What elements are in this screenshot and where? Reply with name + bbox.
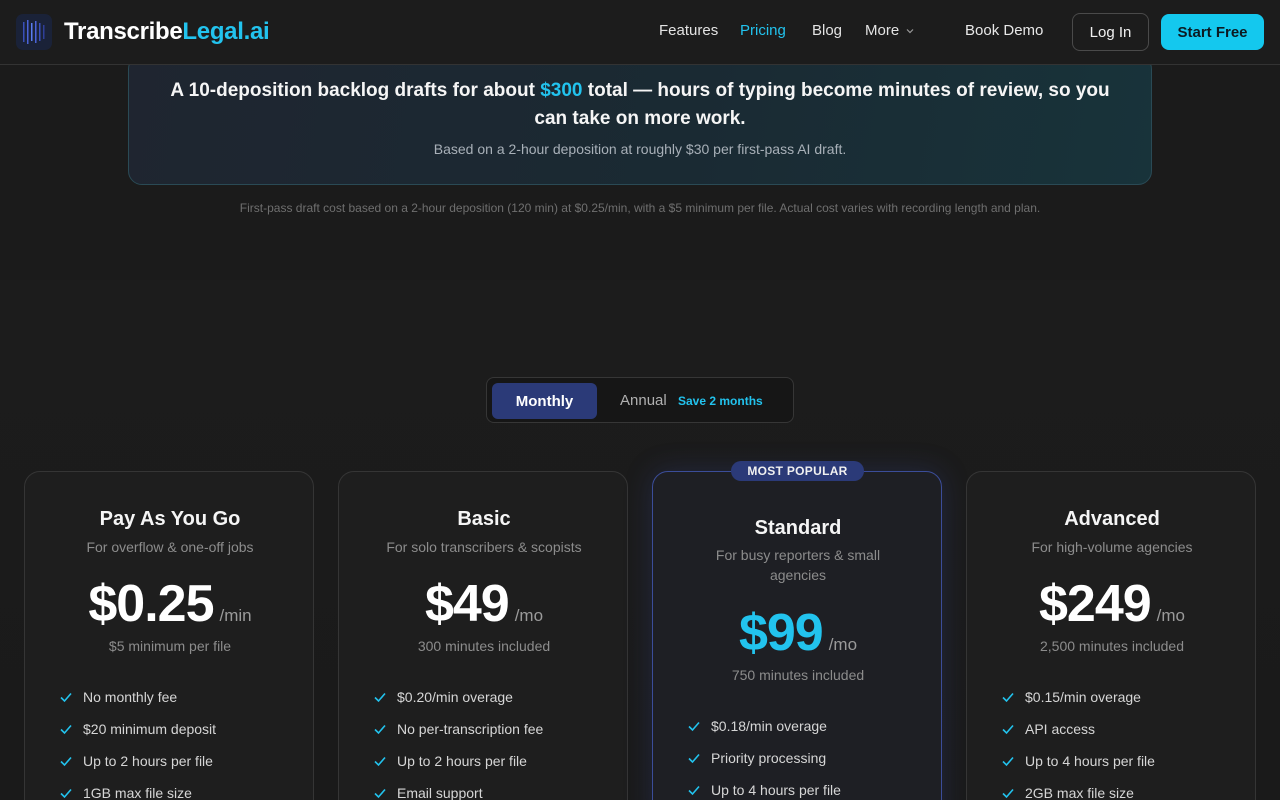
check-icon [374,724,386,735]
check-icon [1002,788,1014,799]
chevron-down-icon [906,28,914,33]
plan-feature: Up to 4 hours per file [687,782,841,798]
most-popular-badge: MOST POPULAR [731,461,864,481]
plan-price-note: 2,500 minutes included [1040,638,1184,654]
plan-price-amount: $0.25 [88,575,214,633]
plan-feature-text: Up to 4 hours per file [1025,753,1155,769]
plan-description: For busy reporters & small agencies [715,547,881,583]
plan-feature: Up to 2 hours per file [373,753,527,769]
nav-link-pricing[interactable]: Pricing [740,22,786,39]
check-icon [1002,692,1014,703]
plan-card-standard: Standard For busy reporters & small agen… [652,471,942,800]
plan-price-amount: $49 [424,575,510,633]
plan-feature: No monthly fee [59,689,177,705]
check-icon [1002,756,1014,767]
plan-card-pay-as-you-go: Pay As You Go For overflow & one-off job… [24,471,314,800]
plan-feature-text: Up to 2 hours per file [397,753,527,769]
plan-price-unit: /mo [1156,606,1186,625]
plan-feature: Email support [373,785,483,800]
plan-feature-text: Up to 2 hours per file [83,753,213,769]
brand-name: TranscribeLegal.ai [64,18,270,46]
nav-more-label: More [865,22,900,39]
plan-feature: 1GB max file size [59,785,192,800]
savings-subtext: Based on a 2-hour deposition at roughly … [433,141,847,157]
start-free-button[interactable]: Start Free [1161,14,1264,50]
plan-card-basic: Basic For solo transcribers & scopists $… [338,471,628,800]
plan-feature: Priority processing [687,750,826,766]
plan-price-amount: $99 [738,604,824,662]
brand-name-primary: Transcribe [64,18,183,45]
plan-price-unit: /min [219,606,252,625]
plan-feature-text: Email support [397,785,483,800]
plan-name: Advanced [1064,508,1160,530]
plan-feature: 2GB max file size [1001,785,1134,800]
check-icon [60,692,72,703]
check-icon [374,788,386,799]
check-icon [688,785,700,796]
plan-price-unit: /mo [828,635,858,654]
plan-price-amount: $249 [1038,575,1152,633]
plan-feature: $0.20/min overage [373,689,513,705]
plan-price: $49 /mo [339,574,629,634]
nav-link-features[interactable]: Features [659,22,718,39]
plan-name: Pay As You Go [99,508,241,530]
plan-feature: $0.18/min overage [687,718,827,734]
check-icon [374,756,386,767]
plan-feature-text: 1GB max file size [83,785,192,800]
top-nav: TranscribeLegal.ai Features Pricing Blog… [0,0,1280,65]
plan-price-note: 750 minutes included [731,667,865,683]
brand-logo[interactable]: TranscribeLegal.ai [16,14,270,50]
billing-period-toggle: Monthly Annual Save 2 months [486,377,794,423]
plan-feature: Up to 4 hours per file [1001,753,1155,769]
cost-disclaimer: First-pass draft cost based on a 2-hour … [239,201,1041,215]
plan-description: For overflow & one-off jobs [86,539,254,555]
check-icon [688,753,700,764]
plan-feature-text: $0.18/min overage [711,718,827,734]
plan-feature: $0.15/min overage [1001,689,1141,705]
check-icon [60,724,72,735]
savings-amount: $300 [540,80,583,101]
check-icon [60,756,72,767]
plan-feature-text: 2GB max file size [1025,785,1134,800]
check-icon [1002,724,1014,735]
login-button[interactable]: Log In [1072,13,1149,51]
savings-headline-post: total — hours of typing become minutes o… [534,80,1110,129]
plan-feature: $20 minimum deposit [59,721,216,737]
check-icon [374,692,386,703]
plan-feature-text: $20 minimum deposit [83,721,217,737]
plan-feature-text: Up to 4 hours per file [711,782,841,798]
savings-headline: A 10-deposition backlog drafts for about… [160,77,1120,133]
brand-name-accent: Legal.ai [182,18,270,45]
billing-monthly-tab[interactable]: Monthly [492,383,597,419]
plan-feature: Up to 2 hours per file [59,753,213,769]
plan-name: Standard [754,517,842,539]
waveform-logo-icon [16,14,52,50]
nav-link-blog[interactable]: Blog [812,22,842,39]
plan-price-note: $5 minimum per file [108,638,232,654]
plan-price-unit: /mo [514,606,544,625]
billing-annual-tab[interactable]: Annual [620,392,667,409]
plan-feature: No per-transcription fee [373,721,543,737]
plan-feature-text: Priority processing [711,750,827,766]
savings-headline-pre: A 10-deposition backlog drafts for about [170,80,541,101]
plan-feature: API access [1001,721,1095,737]
annual-savings-badge: Save 2 months [678,394,763,408]
plan-description: For solo transcribers & scopists [386,539,582,555]
plan-card-advanced: Advanced For high-volume agencies $249 /… [966,471,1256,800]
nav-more-dropdown[interactable]: More [865,22,915,39]
plan-name: Basic [457,508,511,530]
plan-feature-text: No monthly fee [83,689,178,705]
plan-price: $0.25 /min [25,574,315,634]
plan-feature-text: $0.20/min overage [397,689,513,705]
plan-feature-text: No per-transcription fee [397,721,544,737]
plan-price-note: 300 minutes included [417,638,551,654]
plan-feature-text: API access [1025,721,1096,737]
plan-feature-text: $0.15/min overage [1025,689,1141,705]
plan-price: $99 /mo [653,603,943,663]
plan-price: $249 /mo [967,574,1257,634]
plan-description: For high-volume agencies [1031,539,1193,555]
check-icon [688,721,700,732]
book-demo-button[interactable]: Book Demo [965,22,1043,39]
check-icon [60,788,72,799]
